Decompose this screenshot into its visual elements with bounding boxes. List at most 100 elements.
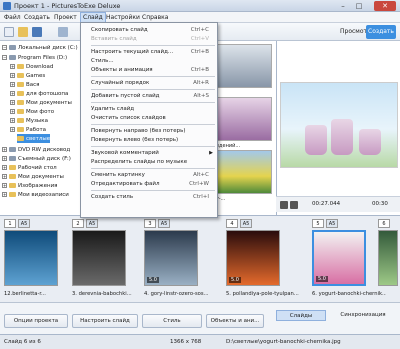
menu-item-clear-slides[interactable]: Очистить список слайдов	[91, 114, 217, 122]
slide-thumbnail[interactable]	[4, 230, 58, 286]
slide-duration[interactable]: A5	[86, 219, 98, 228]
expand-icon[interactable]: +	[10, 100, 15, 105]
menu-item-objects-animation[interactable]: Объекты и анимация Ctrl+B	[91, 66, 217, 74]
expand-icon[interactable]: +	[2, 192, 7, 197]
expand-icon[interactable]: +	[10, 109, 15, 114]
menu-create[interactable]: Создать	[24, 14, 50, 21]
tree-node[interactable]: + Download	[10, 62, 53, 71]
menu-settings[interactable]: Настройки	[106, 14, 140, 21]
menu-item-rotate-right[interactable]: Повернуть направо (без потерь)	[91, 127, 217, 135]
menu-item-voice-comment[interactable]: Звуковой комментарий ▶	[91, 149, 217, 157]
tree-node[interactable]: − Локальный диск (C:)	[2, 43, 78, 52]
expand-icon[interactable]: +	[2, 156, 7, 161]
close-button[interactable]: ✕	[374, 1, 396, 11]
menu-item-rotate-left[interactable]: Повернуть влево (без потерь)	[91, 136, 217, 144]
menu-item-create-style[interactable]: Создать стиль Ctrl+I	[91, 193, 217, 201]
tree-node[interactable]: + Работа	[10, 125, 46, 134]
menu-separator	[91, 102, 215, 103]
objects-animation-button[interactable]: Объекты и ани...	[206, 314, 264, 328]
expand-icon[interactable]: +	[10, 91, 15, 96]
slide-thumbnail[interactable]: 5.0	[226, 230, 280, 286]
slide-caption: 3. derevnia-babochki...	[72, 291, 132, 297]
stop-icon[interactable]	[290, 201, 298, 209]
menu-item-add-blank-slide[interactable]: Добавить пустой слайд Alt+S	[91, 92, 217, 100]
minimize-button[interactable]: –	[336, 1, 350, 11]
expand-icon[interactable]: +	[10, 64, 15, 69]
open-folder-icon[interactable]	[18, 27, 28, 37]
expand-icon[interactable]: +	[2, 165, 7, 170]
customize-slide-button[interactable]: Настроить слайд	[72, 314, 138, 328]
drive-icon	[9, 147, 16, 152]
new-project-icon[interactable]	[4, 27, 14, 37]
menu-item-paste-slide: Вставить слайд Ctrl+V	[91, 36, 209, 42]
tree-node[interactable]: + Вася	[10, 80, 39, 89]
submenu-arrow-icon: ▶	[209, 150, 213, 156]
menu-item-style[interactable]: Стиль...	[91, 57, 217, 65]
expand-icon[interactable]: +	[10, 127, 15, 132]
menu-item-customize-slide[interactable]: Настроить текущий слайд... Ctrl+B	[91, 48, 217, 56]
folder-icon	[17, 127, 24, 132]
tree-node[interactable]: + Мои документы	[2, 172, 64, 181]
preview-button[interactable]: Просмотр	[340, 25, 371, 39]
current-time: 00:27.044	[312, 201, 341, 207]
slide-duration[interactable]: A5	[240, 219, 252, 228]
tree-node[interactable]: + Мои документы	[10, 98, 72, 107]
tree-node[interactable]: + Мои видеозаписи	[2, 190, 69, 199]
tree-node[interactable]: − Program Files (D:)	[2, 53, 67, 62]
folder-tree[interactable]: − Локальный диск (C:) − Program Files (D:)…	[0, 41, 86, 215]
slide-thumbnail[interactable]	[72, 230, 126, 286]
tab-synchronization[interactable]: Синхронизация	[330, 310, 396, 321]
slide-duration[interactable]: A5	[326, 219, 338, 228]
menu-separator	[91, 168, 215, 169]
slide-duration[interactable]: A5	[158, 219, 170, 228]
slide-thumbnail[interactable]	[378, 230, 398, 286]
menu-item-delete-slide[interactable]: Удалить слайд	[91, 105, 217, 113]
menu-file[interactable]: Файл	[4, 14, 21, 21]
menu-project[interactable]: Проект	[54, 14, 77, 21]
tree-node[interactable]: + Музыка	[10, 116, 48, 125]
undo-icon[interactable]	[58, 27, 68, 37]
maximize-button[interactable]: □	[352, 1, 366, 11]
expand-icon[interactable]: +	[10, 73, 15, 78]
menu-item-edit-file[interactable]: Отредактировать файл Ctrl+W	[91, 180, 217, 188]
slide-thumbnail-selected[interactable]: 5.0	[312, 230, 366, 286]
slide-thumbnail[interactable]: 5.0	[144, 230, 198, 286]
tree-node[interactable]: + Рабочий стол	[2, 163, 57, 172]
menu-item-copy-slide[interactable]: Скопировать слайд Ctrl+C	[91, 26, 217, 34]
create-button[interactable]: Создать	[366, 25, 396, 39]
tree-node[interactable]: + Мои фото	[10, 107, 54, 116]
expand-icon[interactable]: +	[2, 183, 7, 188]
menu-item-shuffle[interactable]: Случайный порядок Alt+R	[91, 79, 217, 87]
tree-node-selected[interactable]: светлые	[17, 134, 51, 143]
slide-menu-dropdown: Скопировать слайд Ctrl+C Вставить слайд Ct…	[80, 22, 218, 218]
tab-slides[interactable]: Слайды	[276, 310, 326, 321]
drive-icon	[9, 55, 16, 60]
slide-duration[interactable]: A5	[18, 219, 30, 228]
yogurt-cup-image	[359, 129, 381, 155]
expand-icon[interactable]: +	[10, 118, 15, 123]
tree-node[interactable]: + Съемный диск (F:)	[2, 154, 71, 163]
tree-node-label: светлые	[26, 135, 51, 142]
folder-icon	[17, 100, 24, 105]
expand-icon[interactable]: +	[10, 82, 15, 87]
collapse-icon[interactable]: −	[2, 45, 7, 50]
collapse-icon[interactable]: −	[2, 55, 7, 60]
save-icon[interactable]	[32, 27, 42, 37]
tree-node[interactable]: + Games	[10, 71, 45, 80]
tree-node[interactable]: + Изображения	[2, 181, 57, 190]
menu-help[interactable]: Справка	[142, 14, 168, 21]
tree-node[interactable]: + для фотошопа	[10, 89, 68, 98]
slide-caption: 6. yogurt-banochki-chernik...	[312, 291, 386, 297]
expand-icon[interactable]: +	[2, 174, 7, 179]
tree-node[interactable]: + DVD RW дисковод	[2, 145, 70, 154]
menu-item-change-picture[interactable]: Сменить картинку Alt+C	[91, 171, 217, 179]
play-icon[interactable]	[280, 201, 288, 209]
expand-icon[interactable]: +	[2, 147, 7, 152]
tree-node-label: Мои документы	[18, 173, 64, 180]
drive-icon	[9, 45, 16, 50]
menu-item-sync-to-music[interactable]: Распределить слайды по музыке	[91, 158, 217, 166]
project-options-button[interactable]: Опции проекта	[4, 314, 68, 328]
style-button[interactable]: Стиль	[142, 314, 202, 328]
folder-icon	[9, 165, 16, 170]
tree-node-label: Download	[26, 63, 54, 70]
